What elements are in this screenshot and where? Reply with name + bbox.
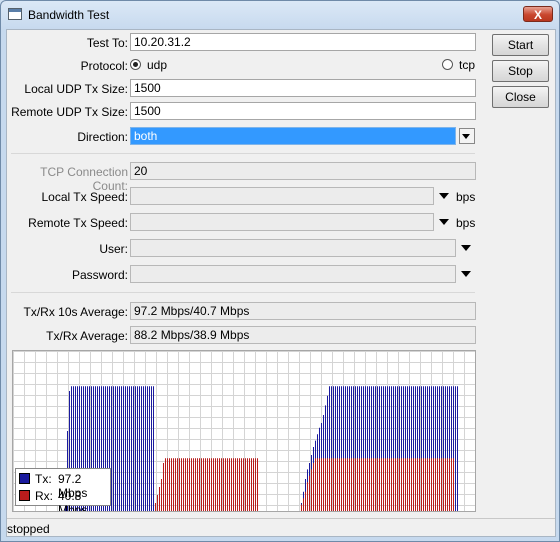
local-udp-tx-size-input[interactable]: 1500 <box>130 79 476 97</box>
protocol-udp-label: udp <box>147 58 168 72</box>
window-close-button[interactable]: X <box>523 6 553 22</box>
rx-legend-swatch <box>19 490 30 501</box>
rx-legend-value: 40.8 Mbps <box>58 489 88 512</box>
tx-rx-10s-average-value: 97.2 Mbps/40.7 Mbps <box>130 302 476 320</box>
user-input[interactable] <box>130 239 456 257</box>
password-dropdown-icon[interactable] <box>461 271 471 277</box>
direction-dropdown-button[interactable] <box>459 128 475 144</box>
dialog-body: Test To: 10.20.31.2 Protocol: udp tcp Lo… <box>6 29 556 537</box>
direction-select[interactable]: both <box>130 127 456 145</box>
bandwidth-test-window: Bandwidth Test X Test To: 10.20.31.2 Pro… <box>0 0 560 542</box>
separator <box>11 292 475 293</box>
chevron-down-icon <box>462 134 470 139</box>
remote-udp-tx-size-label: Remote UDP Tx Size: <box>11 105 128 119</box>
status-bar: stopped <box>7 518 555 537</box>
local-tx-speed-dropdown-icon[interactable] <box>439 193 449 199</box>
protocol-tcp-label: tcp <box>459 58 476 72</box>
remote-tx-speed-unit: bps <box>456 216 476 230</box>
title-bar[interactable]: Bandwidth Test X <box>1 1 559 29</box>
start-button[interactable]: Start <box>492 34 549 56</box>
tcp-connection-count-input[interactable]: 20 <box>130 162 476 180</box>
local-udp-tx-size-label: Local UDP Tx Size: <box>24 82 128 96</box>
remote-udp-tx-size-input[interactable]: 1500 <box>130 102 476 120</box>
close-button[interactable]: Close <box>492 86 549 108</box>
password-input[interactable] <box>130 265 456 283</box>
protocol-udp-radio[interactable] <box>130 59 141 70</box>
test-to-label: Test To: <box>86 36 128 50</box>
tx-legend-label: Tx: <box>35 472 52 486</box>
bandwidth-graph: Tx: 97.2 Mbps Rx: 40.8 Mbps <box>12 350 476 512</box>
remote-tx-speed-label: Remote Tx Speed: <box>28 216 128 230</box>
password-label: Password: <box>71 268 128 282</box>
rx-legend-label: Rx: <box>35 489 53 503</box>
tx-rx-10s-average-label: Tx/Rx 10s Average: <box>23 305 129 319</box>
test-to-input[interactable]: 10.20.31.2 <box>130 33 476 51</box>
direction-label: Direction: <box>77 130 128 144</box>
stop-button[interactable]: Stop <box>492 60 549 82</box>
user-label: User: <box>99 242 128 256</box>
separator <box>11 153 475 154</box>
protocol-label: Protocol: <box>80 59 128 73</box>
tx-rx-average-label: Tx/Rx Average: <box>46 329 128 343</box>
window-title: Bandwidth Test <box>28 8 110 22</box>
remote-tx-speed-dropdown-icon[interactable] <box>439 219 449 225</box>
status-text: stopped <box>7 522 50 536</box>
graph-legend: Tx: 97.2 Mbps Rx: 40.8 Mbps <box>15 468 111 511</box>
window-icon <box>8 8 22 20</box>
tcp-connection-count-label: TCP Connection Count: <box>40 165 128 193</box>
tx-legend-swatch <box>19 473 30 484</box>
tx-rx-average-value: 88.2 Mbps/38.9 Mbps <box>130 326 476 344</box>
local-tx-speed-input[interactable] <box>130 187 434 205</box>
user-dropdown-icon[interactable] <box>461 245 471 251</box>
local-tx-speed-unit: bps <box>456 190 476 204</box>
remote-tx-speed-input[interactable] <box>130 213 434 231</box>
protocol-tcp-radio[interactable] <box>442 59 453 70</box>
local-tx-speed-label: Local Tx Speed: <box>41 190 128 204</box>
